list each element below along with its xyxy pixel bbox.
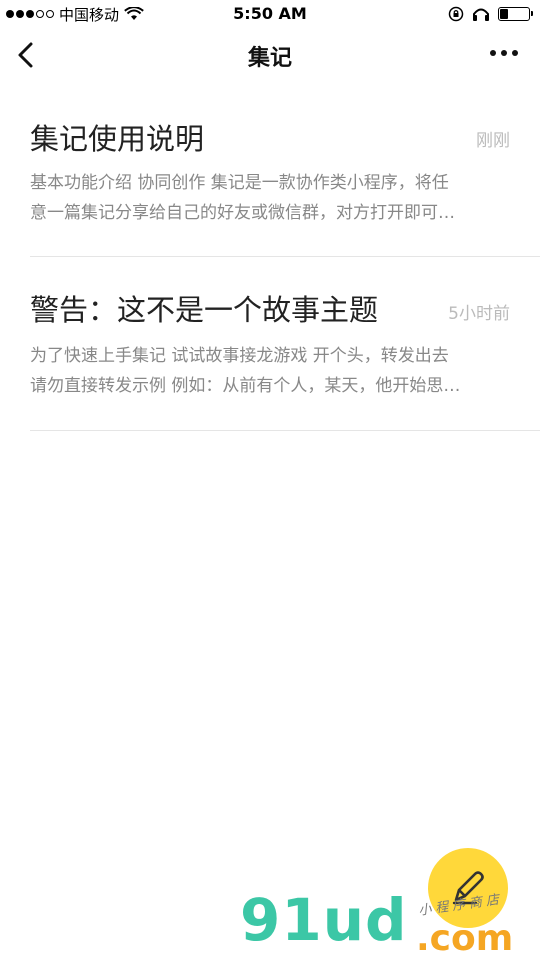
watermark-domain: .com bbox=[416, 918, 514, 959]
status-right bbox=[448, 5, 533, 23]
battery-fill bbox=[500, 9, 509, 19]
battery-icon bbox=[498, 7, 533, 21]
more-options-icon[interactable] bbox=[490, 50, 518, 56]
page-title: 集记 bbox=[247, 46, 292, 71]
watermark-logo: 91ud 小程序商店 .com bbox=[240, 846, 540, 960]
note-excerpt: 为了快速上手集记 试试故事接龙游戏 开个头，转发出去 请勿直接转发示例 例如：从… bbox=[30, 346, 461, 396]
note-time: 5小时前 bbox=[448, 304, 510, 324]
note-title: 警告：这不是一个故事主题 bbox=[30, 293, 379, 327]
note-item[interactable]: 警告：这不是一个故事主题 5小时前 为了快速上手集记 试试故事接龙游戏 开个头，… bbox=[30, 257, 540, 431]
note-list: 集记使用说明 刚刚 基本功能介绍 协同创作 集记是一款协作类小程序，将任 意一篇… bbox=[30, 96, 540, 431]
navigation-bar: 集记 bbox=[0, 28, 540, 82]
note-excerpt: 基本功能介绍 协同创作 集记是一款协作类小程序，将任 意一篇集记分享给自己的好友… bbox=[30, 173, 455, 223]
orientation-lock-icon bbox=[448, 6, 464, 22]
headphones-icon bbox=[473, 8, 489, 21]
watermark-brand: 91ud bbox=[240, 886, 408, 954]
note-title: 集记使用说明 bbox=[30, 122, 205, 156]
status-bar: 中国移动 5:50 AM bbox=[0, 0, 540, 28]
note-item[interactable]: 集记使用说明 刚刚 基本功能介绍 协同创作 集记是一款协作类小程序，将任 意一篇… bbox=[30, 96, 540, 257]
note-time: 刚刚 bbox=[476, 131, 510, 151]
